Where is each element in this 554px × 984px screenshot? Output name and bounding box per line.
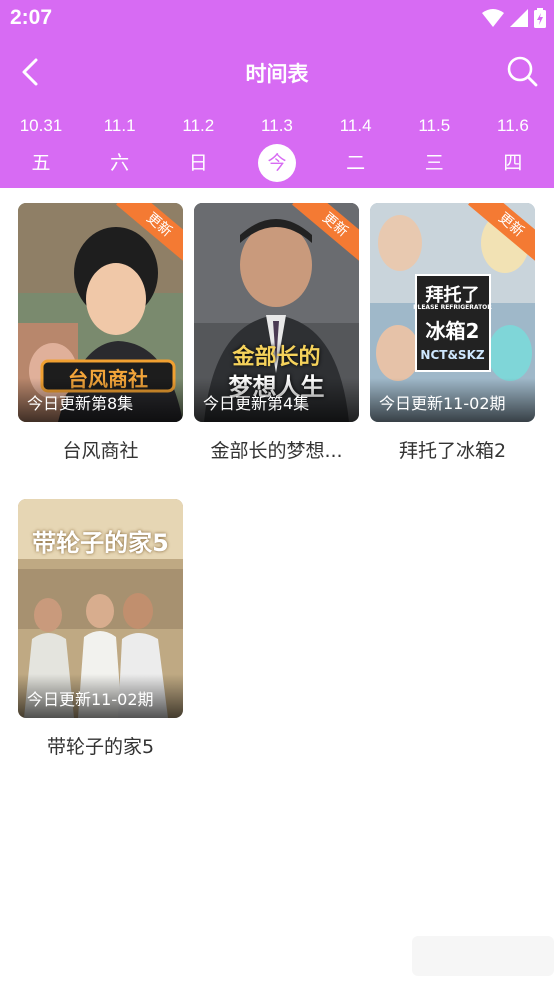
date-number: 11.5 [418, 116, 451, 135]
status-icons [482, 6, 546, 30]
date-weekday: 四 [503, 152, 523, 174]
search-icon[interactable] [504, 54, 540, 90]
show-title[interactable]: 拜托了冰箱2 [370, 436, 535, 463]
date-number: 10.31 [19, 116, 63, 135]
date-tab-11-1[interactable]: 11.1 六 [81, 112, 159, 182]
date-number: 11.1 [103, 116, 136, 135]
date-tab-10-31[interactable]: 10.31 五 [2, 112, 80, 182]
update-status: 今日更新11-02期 [27, 690, 154, 709]
date-number: 11.3 [261, 116, 293, 135]
top-bar: 2:07 时间表 10.31 五 11.1 六 11.2 日 11.3 今 11… [0, 0, 554, 188]
date-weekday-selected: 今 [257, 144, 296, 182]
date-tab-11-6[interactable]: 11.6 四 [474, 112, 552, 182]
poster-subtitle: PLEASE REFRIGERATOR [413, 304, 492, 311]
date-tab-11-4[interactable]: 11.4 二 [317, 112, 395, 182]
show-poster[interactable]: 拜托了 PLEASE REFRIGERATOR 冰箱2 NCT&SKZ 更新 今… [370, 203, 535, 422]
bottom-gesture-area [412, 936, 554, 976]
date-weekday: 二 [346, 152, 366, 174]
status-bar: 2:07 [0, 0, 554, 36]
date-tab-11-2[interactable]: 11.2 日 [159, 112, 237, 182]
update-status: 今日更新第8集 [27, 394, 134, 413]
show-poster[interactable]: 台风商社 更新 今日更新第8集 [18, 203, 183, 422]
wifi-icon [482, 9, 504, 27]
show-card-typhoon-family[interactable]: 台风商社 更新 今日更新第8集 台风商社 [18, 203, 183, 463]
show-title[interactable]: 带轮子的家5 [18, 732, 183, 759]
show-poster[interactable]: 金部长的 梦想人生 更新 今日更新第4集 [194, 203, 359, 422]
date-tab-11-3[interactable]: 11.3 今 [238, 112, 316, 182]
signal-icon [510, 9, 528, 27]
poster-title-text: 带轮子的家5 [32, 529, 169, 557]
show-title[interactable]: 金部长的梦想... [194, 436, 359, 463]
date-weekday: 三 [424, 152, 444, 174]
poster-guest-text: NCT&SKZ [420, 348, 485, 362]
battery-icon [534, 8, 546, 28]
poster-title-line-2: 冰箱2 [425, 319, 480, 343]
date-weekday: 六 [110, 152, 130, 174]
show-card-house-on-wheels[interactable]: 带轮子的家5 今日更新11-02期 带轮子的家5 [18, 499, 183, 759]
date-number: 11.6 [497, 116, 529, 135]
date-number: 11.4 [339, 116, 372, 135]
date-tabs: 10.31 五 11.1 六 11.2 日 11.3 今 11.4 二 11.5… [0, 112, 554, 182]
page-title: 时间表 [245, 62, 309, 86]
date-weekday: 五 [31, 152, 51, 174]
show-poster[interactable]: 带轮子的家5 今日更新11-02期 [18, 499, 183, 718]
date-number: 11.2 [182, 116, 215, 135]
update-status: 今日更新11-02期 [379, 394, 506, 413]
date-weekday: 日 [188, 152, 208, 174]
date-tab-11-5[interactable]: 11.5 三 [395, 112, 473, 182]
show-card-please-refrigerator[interactable]: 拜托了 PLEASE REFRIGERATOR 冰箱2 NCT&SKZ 更新 今… [370, 203, 535, 463]
update-status: 今日更新第4集 [203, 394, 310, 413]
show-card-kim-dream[interactable]: 金部长的 梦想人生 更新 今日更新第4集 金部长的梦想... [194, 203, 359, 463]
show-title[interactable]: 台风商社 [18, 436, 183, 463]
status-time: 2:07 [10, 6, 53, 29]
nav-bar: 时间表 [0, 48, 554, 96]
